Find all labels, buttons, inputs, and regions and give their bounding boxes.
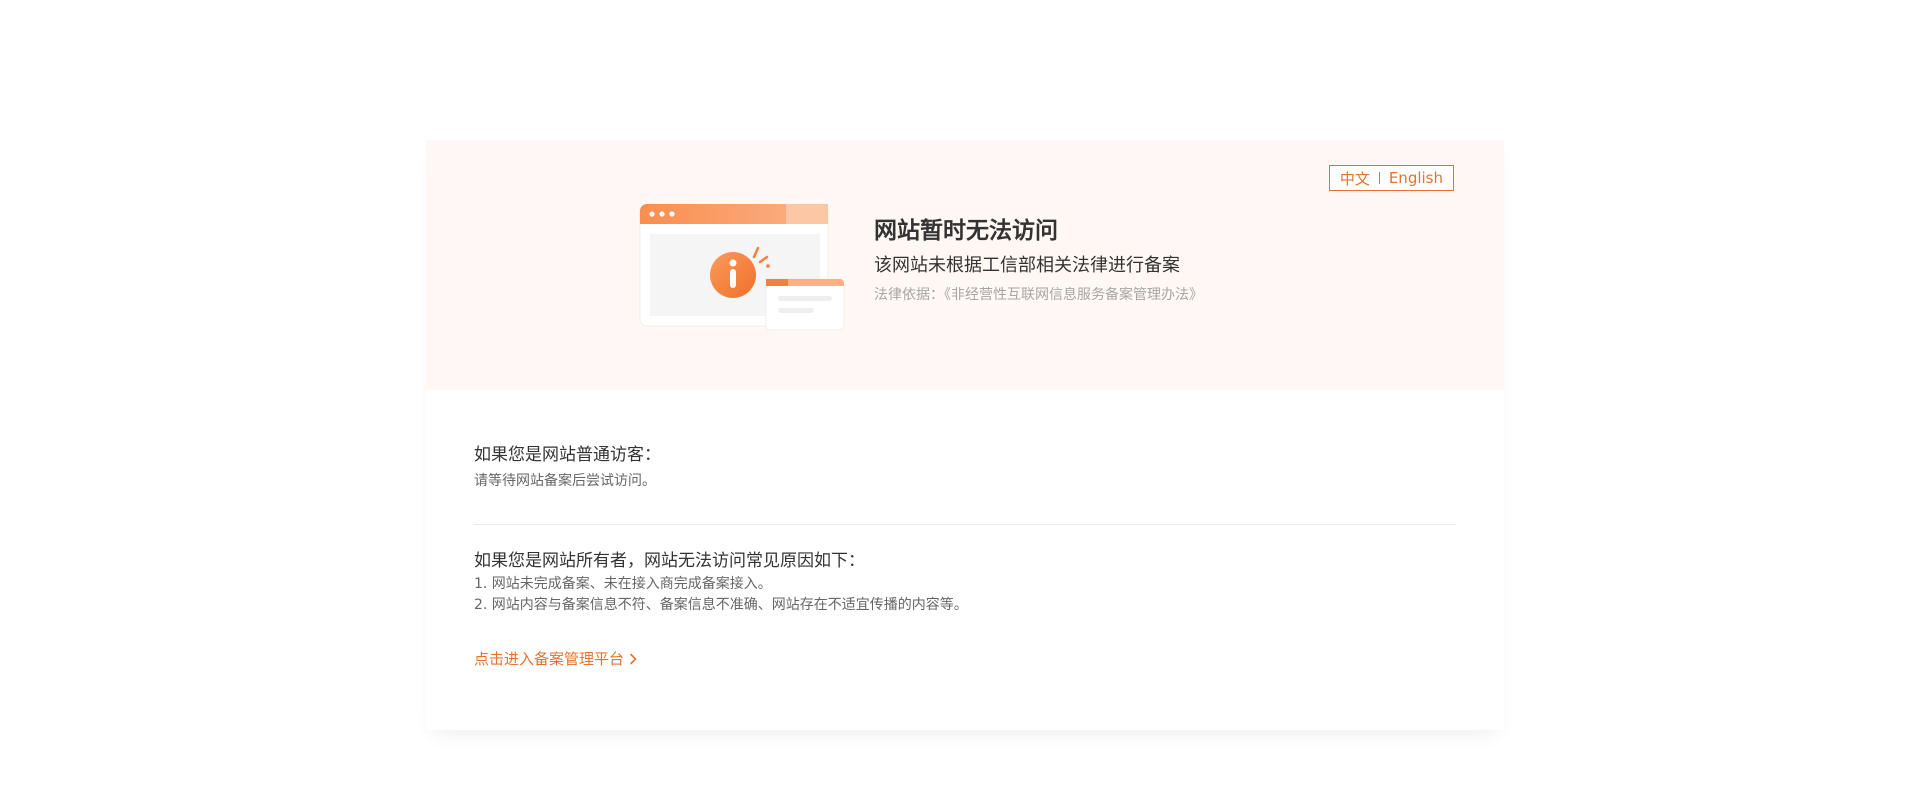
- section-divider: [474, 524, 1456, 525]
- filing-platform-link[interactable]: 点击进入备案管理平台: [474, 648, 637, 669]
- owner-section: 如果您是网站所有者，网站无法访问常见原因如下： 1. 网站未完成备案、未在接入商…: [474, 548, 1456, 616]
- browser-warning-illustration: [639, 204, 845, 331]
- lang-zh-button[interactable]: 中文: [1340, 168, 1370, 189]
- reason-item: 2. 网站内容与备案信息不符、备案信息不准确、网站存在不适宜传播的内容等。: [474, 597, 968, 613]
- visitor-instruction: 请等待网站备案后尝试访问。: [474, 473, 656, 489]
- reason-item: 1. 网站未完成备案、未在接入商完成备案接入。: [474, 576, 772, 592]
- visitor-heading: 如果您是网站普通访客：: [474, 445, 661, 465]
- lang-divider: [1378, 172, 1380, 184]
- language-switcher: 中文 English: [1328, 165, 1454, 191]
- law-basis: 法律依据：《非经营性互联网信息服务备案管理办法》: [874, 287, 1203, 303]
- visitor-section: 如果您是网站普通访客： 请等待网站备案后尝试访问。: [474, 442, 1456, 492]
- page-title: 网站暂时无法访问: [874, 218, 1058, 244]
- lang-en-button[interactable]: English: [1389, 169, 1443, 187]
- owner-heading: 如果您是网站所有者，网站无法访问常见原因如下：: [474, 551, 865, 571]
- filing-platform-link-label: 点击进入备案管理平台: [474, 650, 625, 668]
- banner-text: 网站暂时无法访问 该网站未根据工信部相关法律进行备案 法律依据：《非经营性互联网…: [874, 215, 1203, 305]
- page-subtitle: 该网站未根据工信部相关法律进行备案: [874, 255, 1180, 276]
- chevron-right-icon: [630, 653, 637, 664]
- notice-banner: 中文 English 网站暂时无法访问 该网站未根据工信部相关法律进行备案 法律…: [426, 140, 1504, 390]
- notice-card: 中文 English 网站暂时无法访问 该网站未根据工信部相关法律进行备案 法律…: [426, 140, 1504, 730]
- info-icon: [710, 252, 756, 298]
